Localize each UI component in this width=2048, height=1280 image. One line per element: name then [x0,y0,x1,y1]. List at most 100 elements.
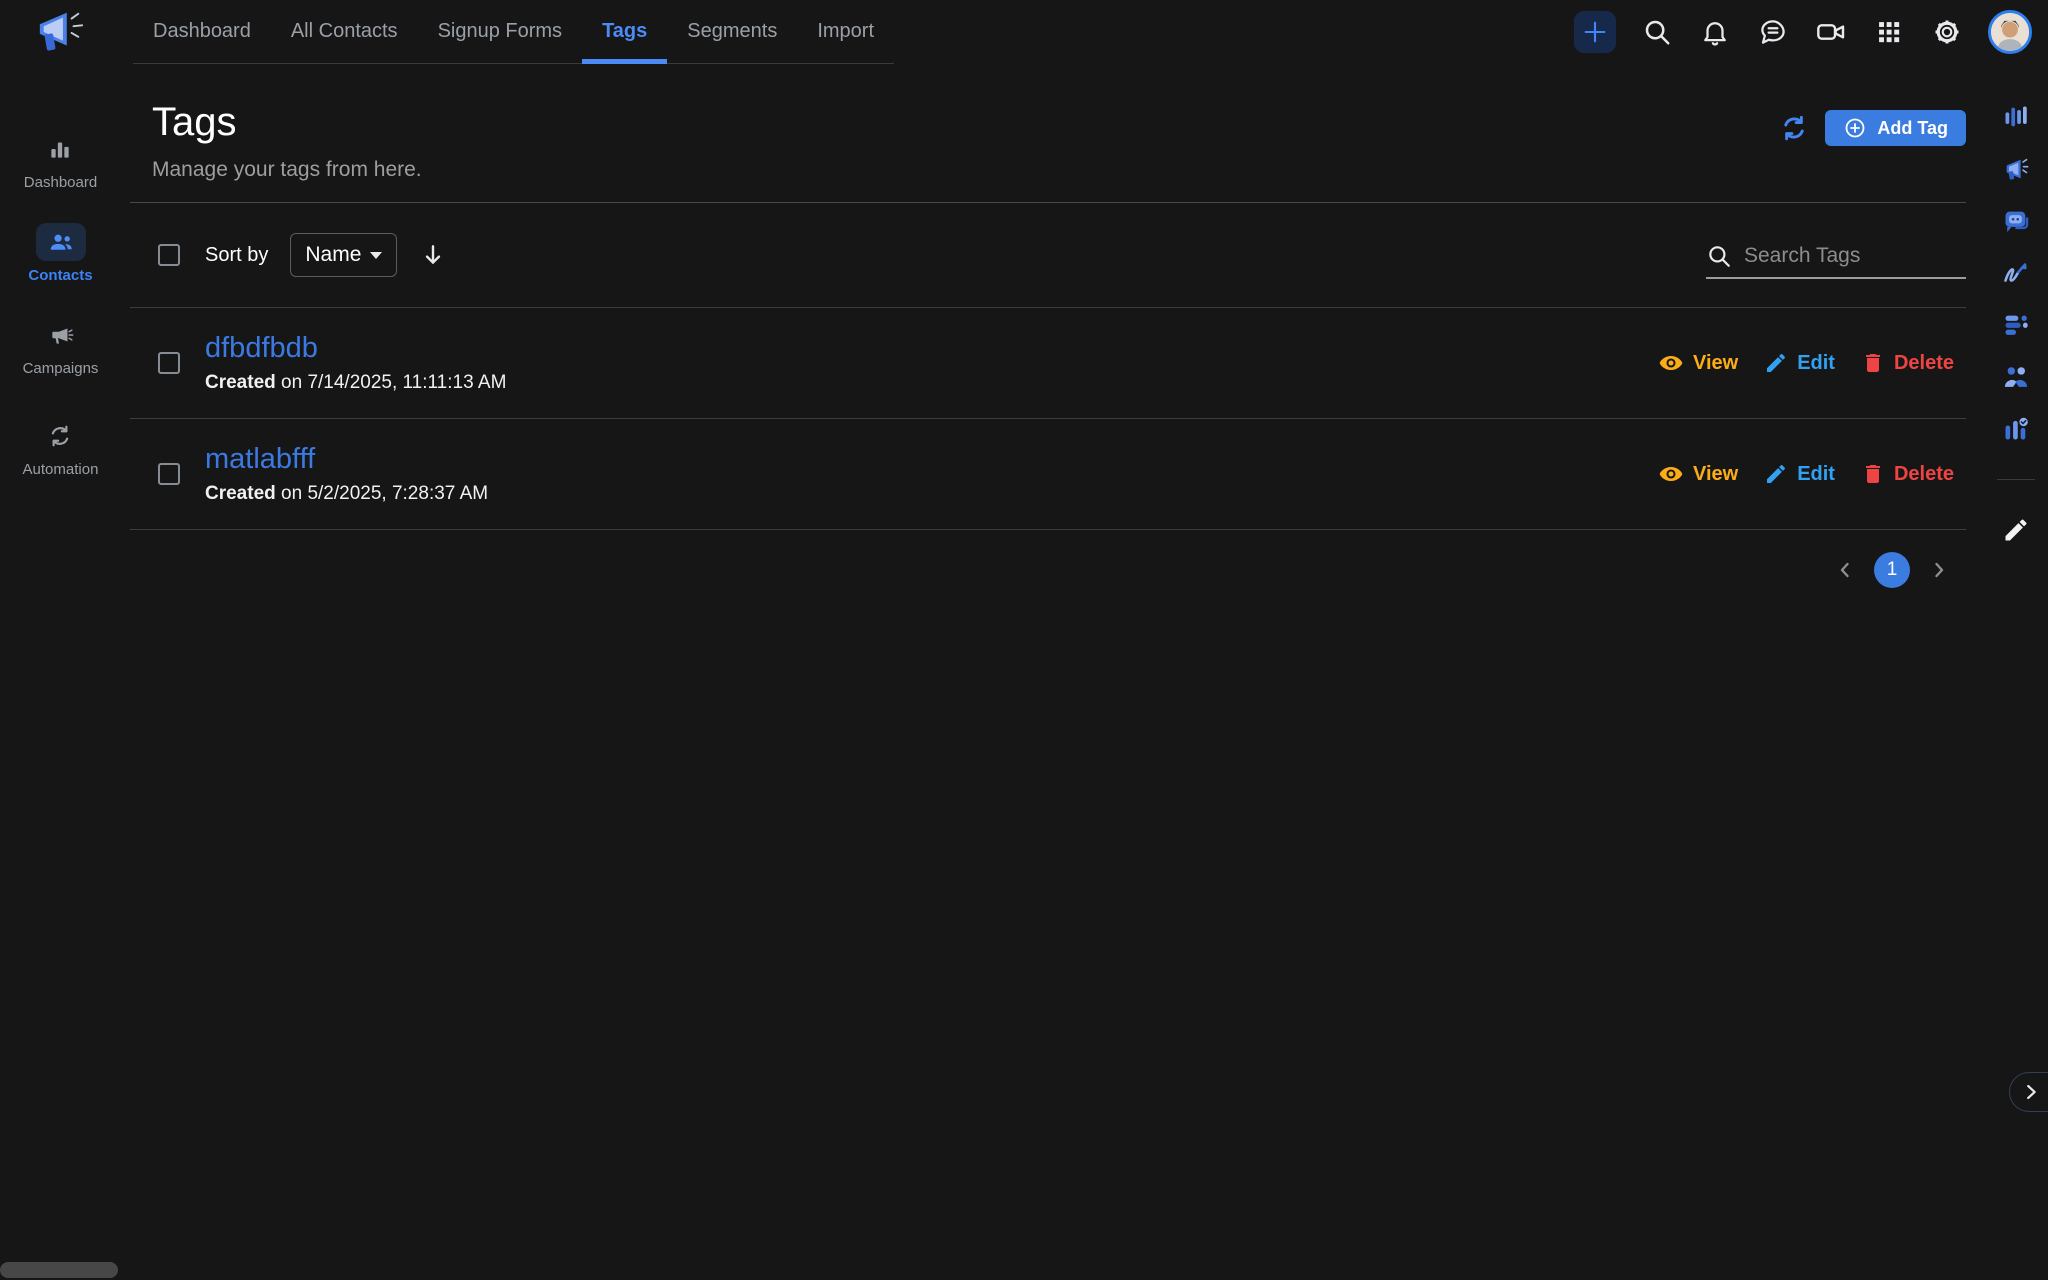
refresh-icon [1779,113,1809,143]
chart-check-app-icon[interactable] [2002,415,2030,443]
table-row: matlabfff Created on 5/2/2025, 7:28:37 A… [130,419,1966,530]
chat-button[interactable] [1756,15,1790,49]
sidebar-item-label: Campaigns [23,360,99,377]
edit-label: Edit [1797,463,1835,486]
tag-created-text: Created on 7/14/2025, 11:11:13 AM [205,372,506,394]
delete-button[interactable]: Delete [1861,462,1954,486]
select-all-checkbox[interactable] [158,244,180,266]
tab-all-contacts[interactable]: All Contacts [271,0,418,63]
view-label: View [1693,463,1738,486]
edit-button[interactable]: Edit [1764,462,1835,486]
row-checkbox[interactable] [158,463,180,485]
pencil-icon [1764,351,1788,375]
next-page-button[interactable] [1926,557,1952,583]
stats-bars-app-icon[interactable] [2002,103,2030,131]
tag-created-text: Created on 5/2/2025, 7:28:37 AM [205,483,488,505]
row-checkbox[interactable] [158,352,180,374]
delete-button[interactable]: Delete [1861,351,1954,375]
sidebar-item-campaigns[interactable]: Campaigns [23,316,99,377]
main-content: Tags Manage your tags from here. [130,64,1966,588]
app-logo[interactable] [0,0,121,64]
tab-import[interactable]: Import [797,0,894,63]
video-call-button[interactable] [1814,15,1848,49]
eye-icon [1658,350,1684,376]
tab-segments[interactable]: Segments [667,0,797,63]
sidebar-item-contacts[interactable]: Contacts [28,223,92,284]
quick-create-button[interactable] [1574,11,1616,53]
created-date: on 5/2/2025, 7:28:37 AM [281,483,488,504]
primary-nav-tabs: Dashboard All Contacts Signup Forms Tags… [133,0,894,64]
delete-label: Delete [1894,463,1954,486]
eye-icon [1658,461,1684,487]
compose-pencil-icon[interactable] [2002,516,2030,544]
megaphone-icon [48,322,74,348]
notifications-button[interactable] [1698,15,1732,49]
trash-icon [1861,351,1885,375]
trash-icon [1861,462,1885,486]
search-icon [1706,243,1732,269]
view-button[interactable]: View [1658,350,1738,376]
pencil-icon [1764,462,1788,486]
sidebar-item-automation[interactable]: Automation [23,417,99,478]
sort-field-select[interactable]: Name [290,233,397,277]
page-subtitle: Manage your tags from here. [152,158,422,182]
page-header: Tags Manage your tags from here. [130,64,1966,203]
search-icon [1642,17,1672,47]
chevron-right-icon [2020,1081,2042,1103]
edit-label: Edit [1797,352,1835,375]
add-tag-label: Add Tag [1877,118,1948,139]
edit-button[interactable]: Edit [1764,351,1835,375]
video-camera-icon [1815,16,1847,48]
search-input[interactable] [1744,244,2015,268]
chat-bubble-icon [1758,17,1788,47]
list-toolbar: Sort by Name [130,203,1966,308]
rail-expand-toggle[interactable] [2009,1072,2048,1112]
plus-circle-icon [1843,116,1867,140]
view-button[interactable]: View [1658,461,1738,487]
caret-down-icon [370,252,382,259]
tag-name-link[interactable]: matlabfff [205,443,488,476]
search-button[interactable] [1640,15,1674,49]
created-label: Created [205,483,276,504]
contacts-people-icon [47,228,75,256]
sidebar-item-dashboard[interactable]: Dashboard [24,130,97,191]
add-tag-button[interactable]: Add Tag [1825,110,1966,146]
megaphone-logo-icon [30,7,92,57]
forms-list-app-icon[interactable] [2002,311,2030,339]
sidebar-item-label: Dashboard [24,174,97,191]
rail-divider [1997,479,2035,480]
view-label: View [1693,352,1738,375]
plus-icon [1581,18,1609,46]
chat-bot-app-icon[interactable] [2002,207,2030,235]
horizontal-scrollbar-thumb[interactable] [0,1262,118,1278]
tab-tags[interactable]: Tags [582,0,667,63]
delete-label: Delete [1894,352,1954,375]
left-sidebar: Dashboard Contacts Campaigns [0,64,121,1280]
sidebar-item-label: Contacts [28,267,92,284]
people-pair-app-icon[interactable] [2002,363,2030,391]
page-title: Tags [152,100,237,145]
tab-signup-forms[interactable]: Signup Forms [418,0,583,63]
row-actions: View Edit Delete [1658,350,1966,376]
user-avatar[interactable] [1988,10,2032,54]
pagination: 1 [130,552,1966,588]
apps-grid-icon [1875,18,1903,46]
sync-loop-icon [47,423,73,449]
tab-dashboard[interactable]: Dashboard [133,0,271,63]
bell-icon [1700,17,1730,47]
page-number[interactable]: 1 [1874,552,1910,588]
tag-name-link[interactable]: dfbdfbdb [205,332,506,365]
sidebar-item-label: Automation [23,461,99,478]
header-actions: Add Tag [1777,110,1966,146]
bar-chart-icon [47,136,73,162]
campaigns-app-icon[interactable] [2002,155,2030,183]
prev-page-button[interactable] [1832,557,1858,583]
refresh-button[interactable] [1777,111,1811,145]
settings-button[interactable] [1930,15,1964,49]
sort-by-label: Sort by [205,244,268,267]
sort-direction-button[interactable] [420,242,446,268]
apps-menu-button[interactable] [1872,15,1906,49]
sort-field-value: Name [305,243,361,267]
created-date: on 7/14/2025, 11:11:13 AM [281,372,506,393]
gear-icon [1932,17,1962,47]
